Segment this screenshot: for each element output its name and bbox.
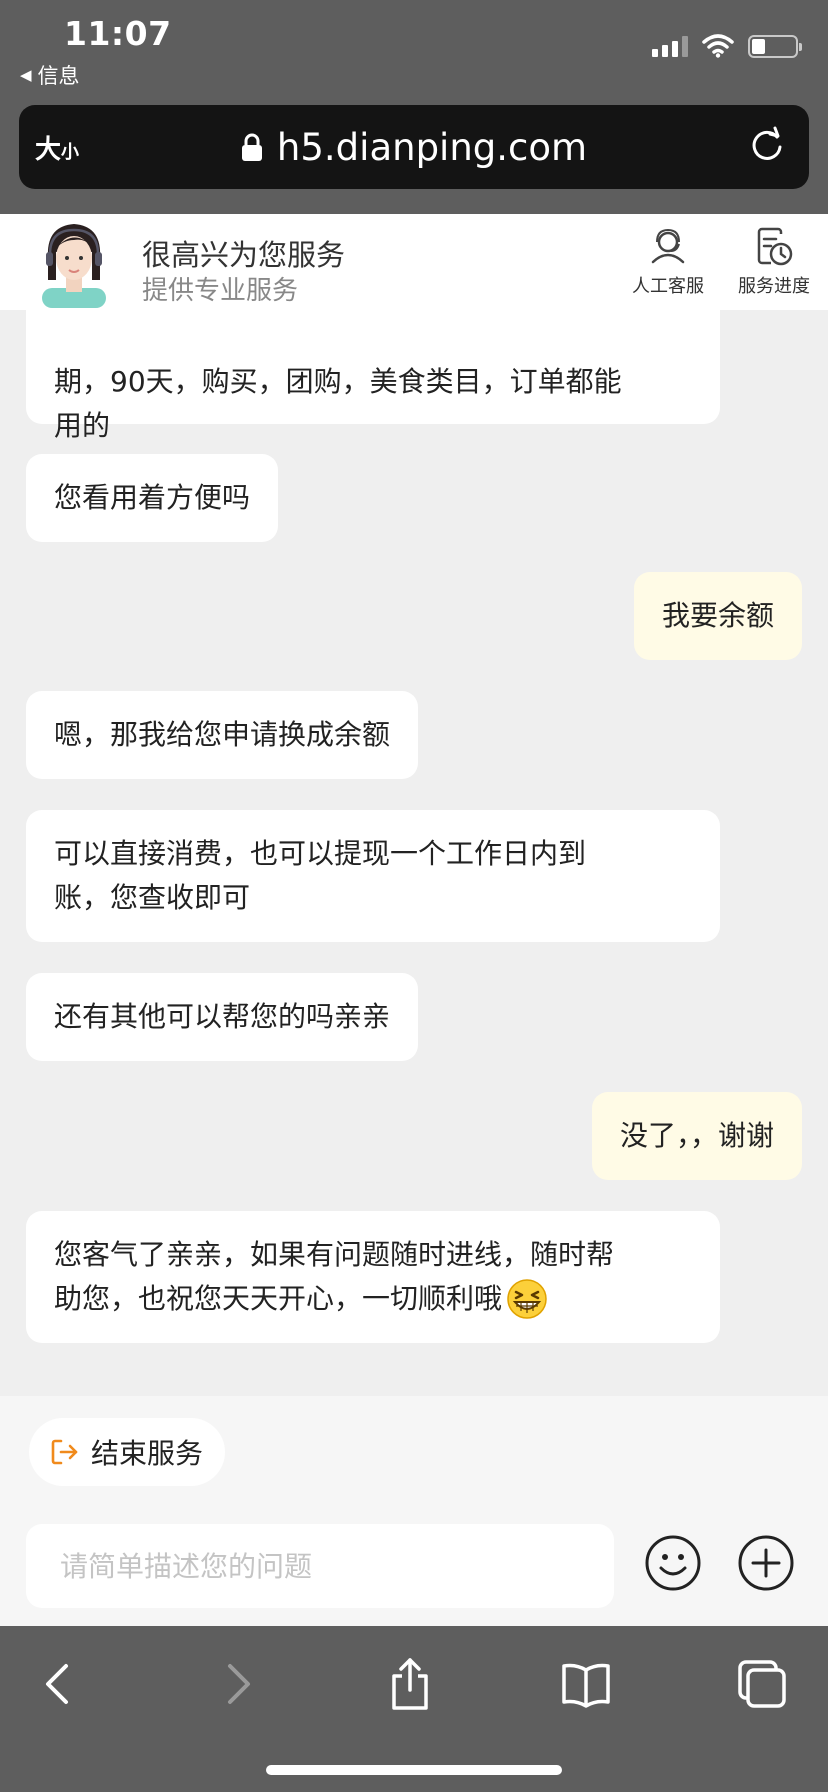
message-line: 可以直接消费，也可以提现一个工作日内到 [54, 837, 587, 870]
end-service-button[interactable]: 结束服务 [29, 1418, 226, 1486]
agent-avatar [42, 224, 106, 308]
forward-chevron-icon[interactable] [208, 1656, 264, 1712]
message-line: 您客气了亲亲，如果有问题随时进线，随时帮 [54, 1238, 615, 1271]
back-triangle-icon: ◀ [20, 66, 32, 84]
progress-clock-icon [757, 227, 793, 266]
status-time: 11:07 [64, 14, 172, 53]
header-subtitle: 提供专业服务 [142, 276, 299, 306]
wifi-icon [702, 34, 734, 58]
battery-icon [748, 34, 802, 58]
agent-message-bubble: 还有其他可以帮您的吗亲亲 [26, 973, 419, 1061]
grinning-squint-emoji-icon [507, 1279, 547, 1319]
status-icons [652, 34, 802, 58]
input-area: 结束服务 [0, 1396, 828, 1626]
user-message-bubble: 我要余额 [633, 572, 802, 660]
share-icon[interactable] [382, 1656, 438, 1712]
browser-top-chrome: 11:07 ◀ 信息 大小 h5.dianping.com [0, 0, 828, 214]
exit-icon [51, 1439, 78, 1465]
url-text: h5.dianping.com [276, 125, 588, 169]
human-service-button[interactable]: 人工客服 [618, 226, 718, 298]
agent-message-bubble: 嗯，那我给您申请换成余额 [26, 691, 419, 779]
message-line: 期，90天，购买，团购，美食类目，订单都能 [54, 365, 622, 398]
message-input[interactable] [26, 1524, 614, 1608]
message-line: 没了，，谢谢 [619, 1119, 774, 1152]
message-line: 助您，也祝您天天开心，一切顺利哦 [54, 1282, 503, 1315]
more-plus-button-icon[interactable] [737, 1534, 795, 1592]
service-header: 很高兴为您服务 提供专业服务 人工客服 服务进度 [0, 214, 828, 310]
message-line: 您看用着方便吗 [54, 481, 251, 514]
service-progress-label: 服务进度 [738, 276, 810, 297]
message-line: 我要余额 [661, 599, 774, 632]
tabs-icon[interactable] [734, 1656, 790, 1712]
url-bar[interactable]: 大小 h5.dianping.com [19, 105, 809, 189]
screen: 11:07 ◀ 信息 大小 h5.dianping.com 很高兴为您服务 提供… [0, 0, 828, 1792]
message-line: 用的 [54, 409, 111, 442]
back-app-label: 信息 [37, 64, 80, 88]
lock-icon [241, 133, 262, 161]
header-title: 很高兴为您服务 [142, 238, 346, 272]
agent-message-bubble: 您看用着方便吗 [26, 454, 279, 542]
message-line: 账，您查收即可 [54, 881, 251, 914]
end-service-label: 结束服务 [91, 1437, 204, 1470]
back-to-app-link[interactable]: ◀ 信息 [20, 60, 80, 90]
service-progress-button[interactable]: 服务进度 [724, 226, 824, 298]
cellular-signal-icon [652, 35, 688, 57]
bookmarks-book-icon[interactable] [558, 1656, 614, 1712]
reload-icon[interactable] [747, 125, 787, 165]
message-line: 嗯，那我给您申请换成余额 [54, 718, 391, 751]
browser-bottom-toolbar [0, 1626, 828, 1792]
headset-agent-icon [651, 228, 685, 264]
message-line: 还有其他可以帮您的吗亲亲 [54, 1000, 391, 1033]
user-message-bubble: 没了，，谢谢 [591, 1092, 802, 1180]
human-service-label: 人工客服 [632, 276, 704, 297]
agent-message-bubble: 可以直接消费，也可以提现一个工作日内到 账，您查收即可 [26, 810, 720, 942]
back-chevron-icon[interactable] [32, 1656, 88, 1712]
chat-message-list[interactable]: 期，90天，购买，团购，美食类目，订单都能 用的 您看用着方便吗 我要余额 嗯，… [0, 214, 828, 1396]
emoji-button-icon[interactable] [644, 1534, 702, 1592]
home-indicator [266, 1765, 562, 1775]
agent-message-bubble: 您客气了亲亲，如果有问题随时进线，随时帮 助您，也祝您天天开心，一切顺利哦 [26, 1211, 720, 1343]
